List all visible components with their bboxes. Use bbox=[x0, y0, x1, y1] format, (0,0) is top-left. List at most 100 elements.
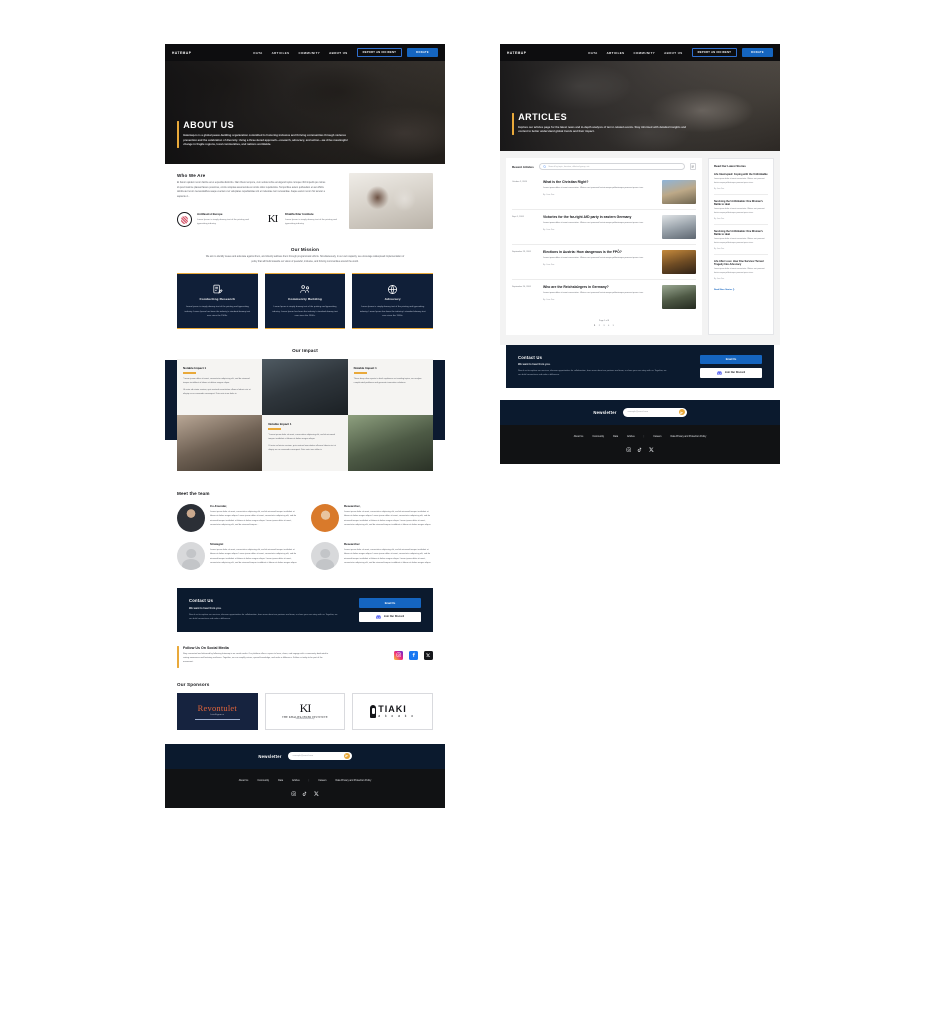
story-item[interactable]: Surviving the Unthinkable: One Woman's B… bbox=[714, 200, 768, 225]
donate-button[interactable]: DONATE bbox=[407, 48, 438, 57]
newsletter-field[interactable]: example@email.com bbox=[287, 751, 352, 761]
send-arrow-icon[interactable] bbox=[678, 409, 685, 416]
article-row[interactable]: September 20, 2024 Who are the Reichsbür… bbox=[512, 280, 696, 314]
instagram-icon[interactable] bbox=[291, 791, 297, 797]
newsletter-input[interactable]: example@email.com bbox=[628, 411, 676, 413]
footer-link-articles[interactable]: Articles bbox=[627, 436, 635, 438]
sponsor-revontulet-logo[interactable]: Revontulet Intelligence bbox=[177, 692, 258, 730]
footer-link-community[interactable]: Community bbox=[257, 780, 269, 782]
search-input[interactable]: Search by topic, location, affected grou… bbox=[538, 163, 685, 170]
partner-list: Antifascist Europe Lorem Ipsum is simply… bbox=[177, 212, 339, 228]
mission-card-community-building[interactable]: Community Building Lorem Ipsum is simply… bbox=[264, 273, 346, 330]
page-number-1[interactable]: 1 bbox=[594, 325, 595, 327]
contact-subtitle: We want to hear from you. bbox=[518, 363, 551, 366]
article-byline: By: Jane Doe bbox=[543, 193, 555, 196]
report-incident-button[interactable]: REPORT AN INCIDENT bbox=[691, 47, 738, 58]
footer-link-privacy-policy[interactable]: Data Privacy and Protection Policy bbox=[336, 780, 372, 782]
impact-cell-rule bbox=[353, 372, 367, 374]
footer-link-careers[interactable]: Careers bbox=[653, 436, 661, 438]
instagram-icon[interactable] bbox=[626, 447, 632, 453]
story-item[interactable]: Life Interrupted: Coping with the Unthin… bbox=[714, 173, 768, 195]
footer-separator: | bbox=[643, 435, 645, 438]
partner-name: Antifascist Europe bbox=[197, 212, 223, 217]
article-row[interactable]: September 23, 2024 Elections in Austria:… bbox=[512, 245, 696, 280]
nav-link-data[interactable]: DATA bbox=[588, 51, 597, 55]
read-more-stories-link[interactable]: Read More Stories ❯ bbox=[714, 289, 768, 291]
newsletter-field[interactable]: example@email.com bbox=[622, 408, 687, 417]
page-number-5[interactable]: 5 bbox=[613, 325, 614, 327]
nav-link-community[interactable]: COMMUNITY bbox=[634, 51, 656, 55]
facebook-icon[interactable] bbox=[409, 650, 418, 660]
discord-icon bbox=[375, 614, 381, 619]
impact-photo-aid-distribution bbox=[347, 415, 433, 472]
footer-link-about-us[interactable]: About Us bbox=[239, 780, 249, 782]
footer-link-articles[interactable]: Articles bbox=[292, 780, 300, 782]
nav-link-community[interactable]: COMMUNITY bbox=[299, 51, 321, 55]
our-sponsors-section: Our Sponsors Revontulet Intelligence KI … bbox=[177, 682, 433, 730]
sponsor-khalifa-ihler-logo[interactable]: KI THE KHALIFA IHLER INSTITUTE www.khali… bbox=[264, 692, 346, 730]
article-row[interactable]: Sept 1, 2024 Victories for the far-right… bbox=[512, 210, 696, 245]
nav-link-about-us[interactable]: ABOUT US bbox=[664, 51, 682, 55]
article-title[interactable]: Elections in Austria: How dangerous is t… bbox=[543, 250, 657, 254]
x-twitter-icon[interactable] bbox=[648, 447, 655, 453]
join-discord-button[interactable]: Join Our Discord bbox=[700, 367, 762, 378]
article-title[interactable]: What is the Christian Right? bbox=[543, 180, 657, 184]
story-title[interactable]: Life After Loss: How One Survivor Turned… bbox=[714, 260, 768, 267]
story-title[interactable]: Life Interrupted: Coping with the Unthin… bbox=[714, 173, 768, 176]
page-number-2[interactable]: 2 bbox=[599, 325, 600, 327]
nav-link-about-us[interactable]: ABOUT US bbox=[329, 51, 347, 55]
partner-name: Khalifa Ihler Institute bbox=[285, 212, 314, 217]
nav-link-articles[interactable]: ARTICLES bbox=[272, 51, 290, 55]
article-byline: By: Jane Doe bbox=[543, 298, 555, 301]
report-incident-button[interactable]: REPORT AN INCIDENT bbox=[356, 47, 403, 58]
footer-link-careers[interactable]: Careers bbox=[318, 780, 326, 782]
footer-link-about-us[interactable]: About Us bbox=[574, 436, 584, 438]
story-title[interactable]: Surviving the Unthinkable: One Woman's B… bbox=[714, 200, 768, 207]
x-twitter-icon[interactable] bbox=[424, 650, 433, 660]
tiktok-icon[interactable] bbox=[637, 447, 643, 453]
nav-link-articles[interactable]: ARTICLES bbox=[607, 51, 625, 55]
mission-card-advocacy[interactable]: Advocacy Lorem Ipsum is simply dummy tex… bbox=[352, 273, 434, 330]
article-title[interactable]: Who are the Reichsbürgers in Germany? bbox=[543, 285, 657, 289]
instagram-icon[interactable] bbox=[394, 650, 403, 660]
email-us-button[interactable]: Email Us bbox=[359, 598, 421, 608]
partner-item[interactable]: Antifascist Europe Lorem Ipsum is simply… bbox=[177, 212, 251, 228]
footer-link-community[interactable]: Community bbox=[592, 436, 604, 438]
hero-overlay bbox=[165, 61, 445, 164]
sponsor-tiaki-logo[interactable]: TIAKI a k o a k o bbox=[352, 692, 433, 730]
footer-social-icons bbox=[165, 791, 445, 797]
brand-logo[interactable]: HATEMAP bbox=[507, 51, 526, 55]
email-us-button[interactable]: Email Us bbox=[700, 354, 762, 364]
filter-button[interactable] bbox=[689, 163, 696, 170]
story-item[interactable]: Life After Loss: How One Survivor Turned… bbox=[714, 260, 768, 284]
newsletter-input[interactable]: example@email.com bbox=[293, 755, 341, 757]
story-item[interactable]: Surviving the Unthinkable: One Woman's B… bbox=[714, 230, 768, 255]
brand-logo[interactable]: HATEMAP bbox=[172, 51, 191, 55]
newsletter-bar: Newsletter example@email.com bbox=[165, 743, 445, 769]
page-number-4[interactable]: 4 bbox=[608, 325, 609, 327]
sponsor-sub: www.khalifaihlerinstitute.org bbox=[295, 719, 315, 721]
articles-main-column: Recent Articles Search by topic, locatio… bbox=[506, 158, 702, 335]
partner-description: Lorem Ipsum is simply dummy text of the … bbox=[285, 218, 337, 225]
mission-card-text: Lorem Ipsum is simply dummy text of the … bbox=[272, 306, 338, 317]
article-row[interactable]: October 2, 2024 What is the Christian Ri… bbox=[512, 175, 696, 210]
meet-the-team-section: Meet the team Co-Founder, Lorem ipsum do… bbox=[177, 491, 433, 571]
story-title[interactable]: Surviving the Unthinkable: One Woman's B… bbox=[714, 230, 768, 237]
footer-link-data[interactable]: Data bbox=[278, 780, 283, 782]
footer-link-data[interactable]: Data bbox=[613, 436, 618, 438]
footer-link-privacy-policy[interactable]: Data Privacy and Protection Policy bbox=[671, 436, 707, 438]
article-excerpt: Lorem ipsum dolor sit amet consectetur. … bbox=[543, 186, 644, 189]
mission-card-text: Lorem Ipsum is simply dummy text of the … bbox=[184, 306, 251, 317]
team-member-bio: Lorem ipsum dolor sit amet, consectetur … bbox=[344, 511, 431, 526]
mission-card-conducting-research[interactable]: Conducting Research Lorem Ipsum is simpl… bbox=[177, 273, 258, 330]
donate-button[interactable]: DONATE bbox=[742, 48, 773, 57]
partner-item[interactable]: KI Khalifa Ihler Institute Lorem Ipsum i… bbox=[265, 212, 339, 227]
x-twitter-icon[interactable] bbox=[313, 791, 320, 797]
send-arrow-icon[interactable] bbox=[343, 753, 350, 760]
join-discord-button[interactable]: Join Our Discord bbox=[359, 611, 421, 622]
article-title[interactable]: Victories for the far-right AfD party in… bbox=[543, 215, 657, 219]
hero-content: ABOUT US Hatemap.io is a global peace-bu… bbox=[177, 120, 357, 148]
tiktok-icon[interactable] bbox=[302, 791, 308, 797]
nav-link-data[interactable]: DATA bbox=[253, 51, 262, 55]
page-number-3[interactable]: 3 bbox=[603, 325, 604, 327]
